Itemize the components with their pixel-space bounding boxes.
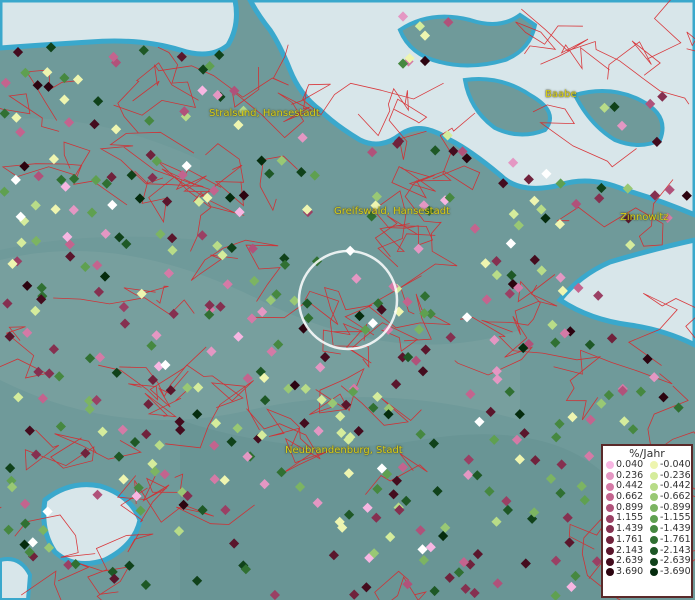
legend-swatch xyxy=(606,461,614,470)
city-label-stralsund: Stralsund, Hansestadt xyxy=(209,108,320,119)
legend-value: -3.690 xyxy=(660,565,691,577)
legend-swatch xyxy=(650,525,658,534)
city-label-zinnowitz: Zinnowitz xyxy=(620,212,669,223)
legend-swatch xyxy=(650,493,658,502)
legend-swatch xyxy=(650,546,658,555)
map-canvas xyxy=(0,0,695,600)
map-view[interactable]: Stralsund, Hansestadt Baabe Greifswald, … xyxy=(0,0,695,600)
legend-swatch xyxy=(606,568,614,577)
legend-swatch xyxy=(606,546,614,555)
legend-entry-positive: 3.690 xyxy=(603,565,647,578)
legend-entry-positive: 1.761 xyxy=(603,533,647,546)
legend-swatch xyxy=(606,504,614,513)
legend-value: -1.761 xyxy=(660,533,691,545)
legend-row: 3.690 -3.690 xyxy=(603,565,691,578)
legend-swatch xyxy=(606,514,614,523)
legend-value: 1.761 xyxy=(616,533,644,545)
legend-swatch xyxy=(650,504,658,513)
legend-swatch xyxy=(606,472,614,481)
legend-swatch xyxy=(650,461,658,470)
legend-swatch xyxy=(650,557,658,566)
legend-entry-negative: -1.761 xyxy=(647,533,691,546)
legend-swatch xyxy=(606,557,614,566)
legend-swatch xyxy=(650,472,658,481)
legend-swatch xyxy=(650,536,658,545)
city-label-baabe: Baabe xyxy=(545,89,577,100)
legend-value: 3.690 xyxy=(616,565,644,577)
legend-rows: 0.040 -0.040 0.236 -0.236 0.442 -0.442 0.662 -0… xyxy=(603,459,691,578)
map-legend: %/Jahr 0.040 -0.040 0.236 -0.236 0.442 -0.442… xyxy=(601,444,693,598)
legend-entry-negative: -3.690 xyxy=(647,565,691,578)
legend-swatch xyxy=(606,525,614,534)
legend-swatch xyxy=(606,536,614,545)
legend-swatch xyxy=(650,568,658,577)
city-label-neubrandenburg: Neubrandenburg, Stadt xyxy=(285,445,403,456)
city-label-greifswald: Greifswald, Hansestadt xyxy=(334,206,450,217)
legend-swatch xyxy=(606,493,614,502)
legend-swatch xyxy=(606,482,614,491)
legend-swatch xyxy=(650,482,658,491)
legend-swatch xyxy=(650,514,658,523)
legend-row: 1.761 -1.761 xyxy=(603,533,691,546)
